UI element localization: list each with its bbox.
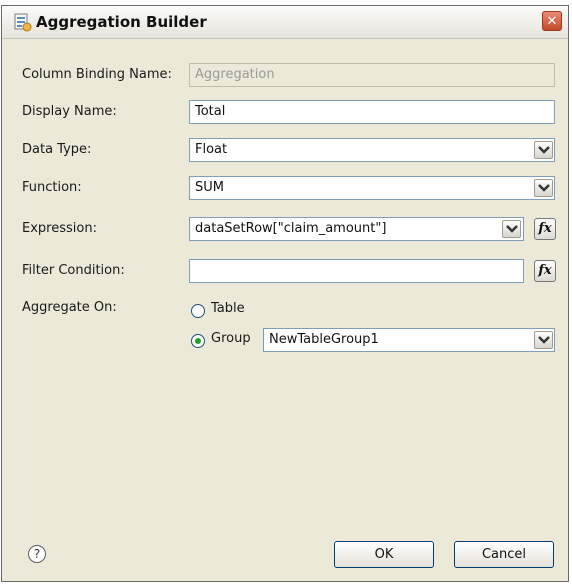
function-value: SUM <box>195 180 224 195</box>
ok-button[interactable]: OK <box>334 541 434 568</box>
expression-combo[interactable]: dataSetRow["claim_amount"] <box>189 217 524 241</box>
close-icon: ✕ <box>546 14 558 29</box>
group-radio[interactable] <box>191 334 205 348</box>
group-radio-label[interactable]: Group <box>211 331 251 346</box>
display-name-label: Display Name: <box>22 104 117 119</box>
group-dropdown-button[interactable] <box>534 331 553 349</box>
chevron-down-icon <box>538 146 550 154</box>
expression-dropdown-button[interactable] <box>502 220 521 238</box>
cancel-button[interactable]: Cancel <box>454 541 554 568</box>
close-button[interactable]: ✕ <box>542 11 562 31</box>
title-bar[interactable]: Aggregation Builder ✕ <box>2 6 568 39</box>
help-glyph: ? <box>33 547 41 561</box>
data-type-dropdown-button[interactable] <box>534 141 553 159</box>
chevron-down-icon <box>538 184 550 192</box>
function-label: Function: <box>22 180 82 195</box>
table-radio-label[interactable]: Table <box>211 301 245 316</box>
data-type-label: Data Type: <box>22 142 92 157</box>
data-type-value: Float <box>195 142 228 157</box>
data-type-select[interactable]: Float <box>189 138 555 162</box>
help-icon[interactable]: ? <box>28 545 46 563</box>
group-select[interactable]: NewTableGroup1 <box>263 328 555 352</box>
fx-icon: fx <box>538 263 552 278</box>
dialog-title: Aggregation Builder <box>36 13 207 31</box>
filter-condition-label: Filter Condition: <box>22 263 125 278</box>
column-binding-name-label: Column Binding Name: <box>22 67 172 82</box>
expression-label: Expression: <box>22 221 97 236</box>
filter-condition-field[interactable] <box>189 259 524 283</box>
table-radio[interactable] <box>191 304 205 318</box>
group-value: NewTableGroup1 <box>269 332 379 347</box>
chevron-down-icon <box>506 225 518 233</box>
function-select[interactable]: SUM <box>189 176 555 200</box>
column-binding-name-field: Aggregation <box>189 63 555 87</box>
expression-value: dataSetRow["claim_amount"] <box>195 221 387 236</box>
filter-expression-builder-button[interactable]: fx <box>534 260 556 282</box>
function-dropdown-button[interactable] <box>534 179 553 197</box>
builder-icon <box>12 12 32 32</box>
expression-builder-button[interactable]: fx <box>534 218 556 240</box>
fx-icon: fx <box>538 221 552 236</box>
aggregation-builder-dialog: Aggregation Builder ✕ Column Binding Nam… <box>1 5 569 582</box>
chevron-down-icon <box>538 336 550 344</box>
display-name-field[interactable]: Total <box>189 100 555 124</box>
radio-selected-dot <box>195 338 201 344</box>
aggregate-on-label: Aggregate On: <box>22 300 117 315</box>
